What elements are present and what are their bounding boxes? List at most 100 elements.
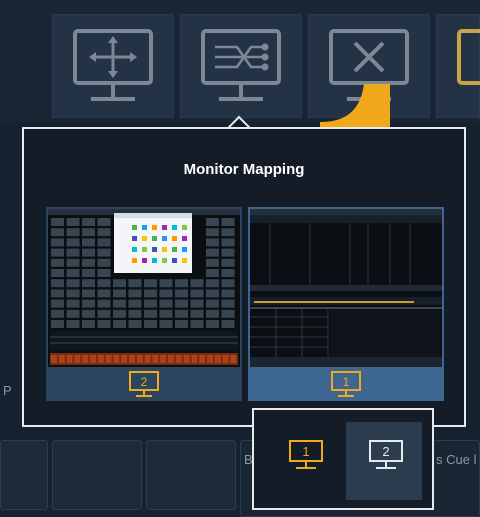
channel-cell — [144, 279, 157, 288]
screen: P B s Cue l Monitor Mapping 2 1 1 2 — [0, 0, 480, 517]
swatch — [182, 225, 187, 230]
bg-cell — [146, 440, 236, 510]
monitor-screen-preview — [250, 209, 442, 367]
channel-cell — [159, 309, 173, 318]
channel-cell — [97, 279, 111, 288]
channel-cell — [66, 238, 80, 247]
channel-cell — [206, 320, 219, 328]
channel-cell — [51, 289, 64, 298]
monitor-thumbnail — [250, 209, 442, 367]
monitor-card-2[interactable]: 2 — [46, 207, 242, 401]
swatch — [142, 225, 147, 230]
channel-cell — [190, 289, 204, 298]
channel-cell — [66, 299, 80, 308]
channel-cell — [206, 218, 219, 226]
monitor-screen-preview — [48, 209, 240, 367]
channel-cell — [128, 289, 142, 298]
swatch — [162, 247, 167, 252]
channel-cell — [221, 218, 235, 226]
swatch — [152, 258, 157, 263]
red-cell — [152, 355, 159, 363]
red-cell — [207, 355, 213, 363]
channel-cell — [66, 248, 80, 257]
swatch — [172, 247, 177, 252]
channel-cell — [82, 320, 95, 328]
monitor-move-icon — [73, 29, 153, 101]
channel-cell — [221, 320, 235, 328]
channel-cell — [51, 309, 64, 318]
channel-cell — [206, 248, 219, 257]
red-cell — [160, 355, 167, 363]
select-monitor-2-button[interactable]: 2 — [346, 422, 422, 500]
channel-cell — [97, 238, 111, 247]
swatch — [162, 236, 167, 241]
monitor-card-1[interactable]: 1 — [248, 207, 444, 401]
monitor-map-icon — [201, 29, 281, 101]
channel-cell — [66, 289, 80, 298]
channel-cell — [97, 228, 111, 237]
red-cell — [175, 355, 182, 363]
channel-cell — [190, 299, 204, 308]
accent-marker — [320, 84, 390, 129]
channel-cell — [128, 299, 142, 308]
channel-cell — [159, 320, 173, 328]
red-cell — [121, 355, 128, 363]
swatch — [182, 258, 187, 263]
swatch — [152, 225, 157, 230]
channel-cell — [175, 299, 188, 308]
channel-cell — [113, 289, 126, 298]
swatch — [132, 247, 137, 252]
swatch — [132, 236, 137, 241]
monitor-mapping-popup: Monitor Mapping 2 1 — [22, 127, 466, 427]
channel-cell — [82, 279, 95, 288]
monitor-thumbnail — [48, 209, 240, 367]
monitor-number-icon: 2 — [369, 440, 403, 469]
bg-cell — [52, 440, 142, 510]
red-cell — [144, 355, 151, 363]
bg-left-fragment: P — [3, 383, 12, 398]
red-cell — [222, 355, 229, 363]
red-cell — [183, 355, 190, 363]
channel-cell — [113, 299, 126, 308]
red-cell — [51, 355, 57, 363]
red-cell — [214, 355, 221, 363]
channel-cell — [221, 248, 235, 257]
channel-cell — [97, 218, 111, 226]
channel-cell — [82, 238, 95, 247]
select-monitor-1-button[interactable]: 1 — [266, 422, 342, 500]
channel-cell — [82, 309, 95, 318]
red-cell — [168, 355, 174, 363]
channel-cell — [66, 320, 80, 328]
bg-cue-fragment: s Cue l — [436, 452, 477, 467]
channel-cell — [221, 309, 235, 318]
swatch — [182, 247, 187, 252]
map-display-button[interactable] — [180, 14, 302, 118]
red-cell — [97, 355, 104, 363]
channel-cell — [206, 258, 219, 267]
channel-cell — [175, 309, 188, 318]
swatch — [162, 258, 167, 263]
red-cell — [74, 355, 81, 363]
partial-toolbar-button[interactable] — [436, 14, 480, 118]
channel-cell — [66, 218, 80, 226]
channel-cell — [51, 228, 64, 237]
channel-cell — [51, 279, 64, 288]
move-display-button[interactable] — [52, 14, 174, 118]
channel-cell — [206, 228, 219, 237]
swatch — [172, 236, 177, 241]
channel-cell — [144, 299, 157, 308]
channel-cell — [221, 299, 235, 308]
channel-cell — [144, 309, 157, 318]
channel-cell — [82, 228, 95, 237]
red-cell — [113, 355, 120, 363]
channel-cell — [51, 320, 64, 328]
red-cell — [199, 355, 206, 363]
toolbar — [0, 0, 480, 122]
channel-cell — [190, 320, 204, 328]
channel-cell — [159, 299, 173, 308]
channel-cell — [51, 248, 64, 257]
channel-cell — [221, 238, 235, 247]
monitor-number-icon: 1 — [331, 371, 361, 397]
channel-cell — [175, 279, 188, 288]
channel-cell — [221, 289, 235, 298]
